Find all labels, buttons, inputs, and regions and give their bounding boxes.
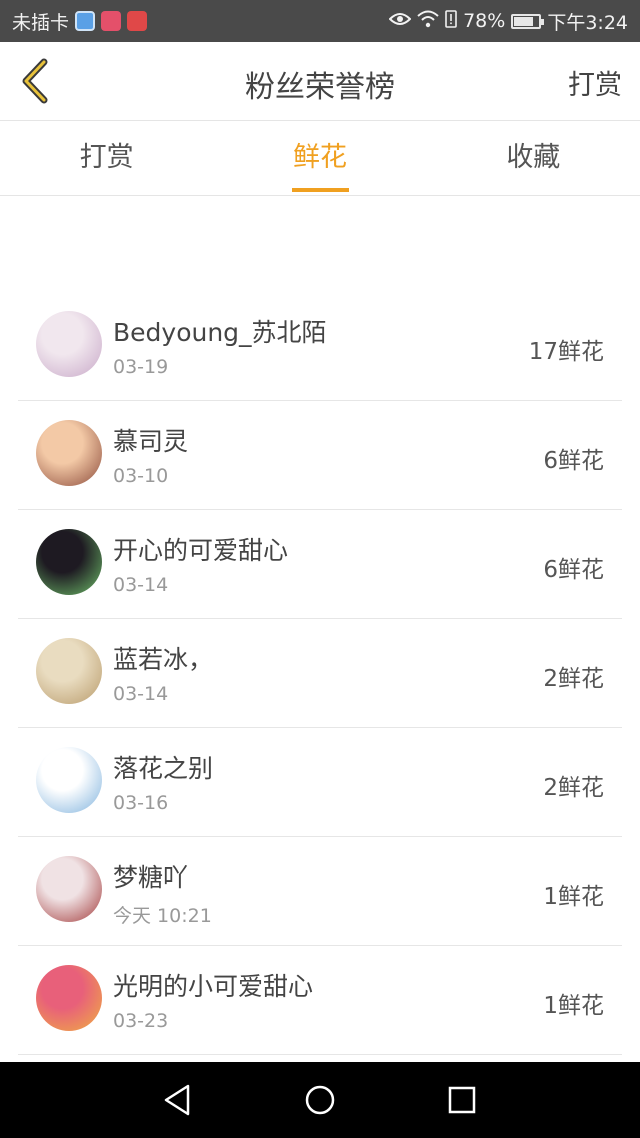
carrier-label: 未插卡: [12, 11, 70, 34]
fan-date: 03-14: [113, 574, 169, 596]
active-tab-indicator: [291, 188, 349, 192]
flower-count: 2鲜花: [543, 775, 604, 801]
fan-date: 03-16: [113, 792, 169, 814]
clock: 下午3:24: [547, 11, 628, 34]
tab-label: 收藏: [506, 142, 561, 173]
flower-count: 6鲜花: [543, 557, 604, 583]
tab-bar: 打赏 鲜花 收藏: [0, 121, 640, 196]
app-shop-icon: [101, 11, 122, 31]
fan-date: 03-19: [113, 356, 169, 378]
list-item[interactable]: 开心的可爱甜心 03-14 6鲜花: [18, 510, 622, 619]
fan-date: 03-23: [113, 1010, 169, 1032]
fan-name: 蓝若冰，: [113, 645, 214, 674]
alert-icon: [445, 9, 457, 33]
fan-list: Bedyoung_苏北陌 03-19 17鲜花 慕司灵 03-10 6鲜花 开心…: [18, 292, 622, 1055]
app-book-icon: [127, 11, 148, 31]
list-item[interactable]: 梦糖吖 今天 10:21 1鲜花: [18, 837, 622, 946]
eye-icon: [388, 11, 412, 31]
nav-back-button[interactable]: [158, 1080, 198, 1120]
reward-button[interactable]: 打赏: [568, 63, 622, 102]
app-browser-icon: [75, 11, 96, 31]
list-item[interactable]: 光明的小可爱甜心 03-23 1鲜花: [18, 946, 622, 1055]
nav-back-icon: [164, 1084, 190, 1116]
tab-favorites[interactable]: 收藏: [427, 121, 640, 195]
tab-label: 鲜花: [292, 142, 347, 173]
list-item[interactable]: 落花之别 03-16 2鲜花: [18, 728, 622, 837]
status-right: 78% 下午3:24: [388, 8, 628, 35]
avatar: [36, 638, 102, 704]
fan-date: 今天 10:21: [113, 905, 212, 927]
fan-name: Bedyoung_苏北陌: [113, 318, 327, 347]
page-title: 粉丝荣誉榜: [245, 70, 395, 105]
system-nav-bar: [0, 1062, 640, 1138]
app-header: 粉丝荣誉榜 打赏: [0, 42, 640, 121]
status-left: 未插卡: [12, 8, 148, 35]
fan-date: 03-14: [113, 683, 169, 705]
tab-reward[interactable]: 打赏: [0, 121, 213, 195]
fan-name: 慕司灵: [113, 427, 189, 456]
tab-flowers[interactable]: 鲜花: [213, 121, 426, 195]
flower-count: 1鲜花: [543, 884, 604, 910]
avatar: [36, 856, 102, 922]
fan-name: 光明的小可爱甜心: [113, 972, 314, 1001]
tab-label: 打赏: [79, 142, 134, 173]
nav-recents-button[interactable]: [442, 1080, 482, 1120]
battery-icon: [511, 13, 545, 29]
flower-count: 1鲜花: [543, 993, 604, 1019]
list-item[interactable]: 慕司灵 03-10 6鲜花: [18, 401, 622, 510]
flower-count: 2鲜花: [543, 666, 604, 692]
nav-home-icon: [305, 1085, 335, 1115]
avatar: [36, 420, 102, 486]
avatar: [36, 529, 102, 595]
nav-recents-icon: [448, 1086, 476, 1114]
list-item[interactable]: 蓝若冰， 03-14 2鲜花: [18, 619, 622, 728]
fan-date: 03-10: [113, 465, 169, 487]
avatar: [36, 311, 102, 377]
avatar: [36, 965, 102, 1031]
nav-home-button[interactable]: [300, 1080, 340, 1120]
battery-percent: 78%: [463, 10, 506, 32]
flower-count: 17鲜花: [528, 339, 604, 365]
fan-name: 梦糖吖: [113, 863, 189, 892]
avatar: [36, 747, 102, 813]
wifi-icon: [417, 10, 439, 33]
flower-count: 6鲜花: [543, 448, 604, 474]
fan-name: 开心的可爱甜心: [113, 536, 289, 565]
fan-name: 落花之别: [113, 754, 214, 783]
status-bar: 未插卡 78% 下午3:24: [0, 0, 640, 42]
list-item[interactable]: Bedyoung_苏北陌 03-19 17鲜花: [18, 292, 622, 401]
